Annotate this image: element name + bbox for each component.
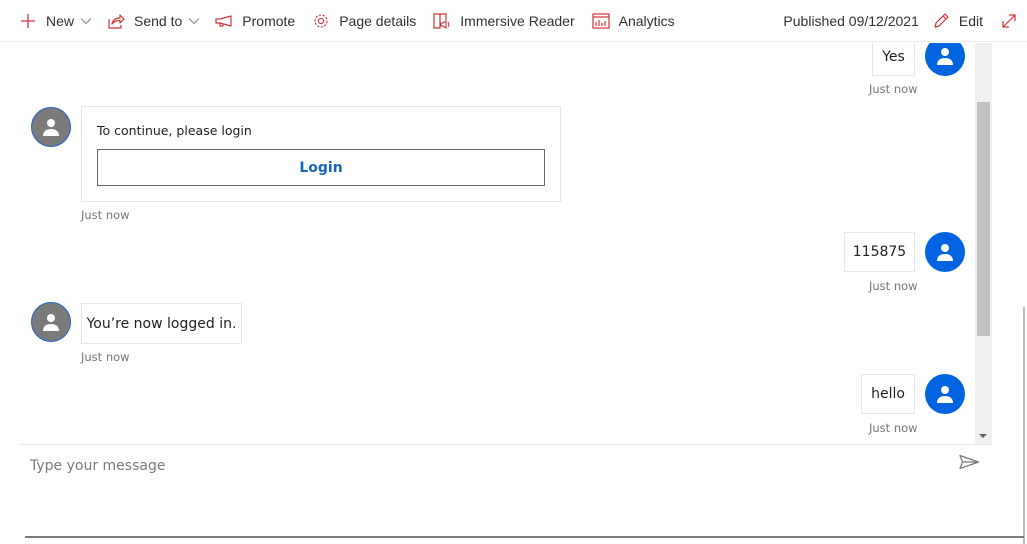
composer-divider xyxy=(20,444,992,445)
message-text: Yes xyxy=(882,48,905,65)
user-message: Yes xyxy=(872,43,915,76)
person-icon xyxy=(937,244,953,261)
chat-scrollbar[interactable] xyxy=(975,43,992,444)
pencil-icon xyxy=(931,11,951,31)
analytics-icon xyxy=(591,11,611,31)
user-message: 115875 xyxy=(844,232,915,272)
edit-button[interactable]: Edit xyxy=(931,0,983,42)
message-text: hello xyxy=(871,386,905,402)
bot-avatar xyxy=(31,302,71,342)
gear-icon xyxy=(311,11,331,31)
user-message: hello xyxy=(861,374,915,414)
analytics-button[interactable]: Analytics xyxy=(591,0,675,42)
page-details-button[interactable]: Page details xyxy=(311,0,416,42)
immersive-reader-button[interactable]: Immersive Reader xyxy=(432,0,575,42)
new-button[interactable]: New xyxy=(18,0,92,42)
new-label: New xyxy=(46,13,75,29)
send-button[interactable] xyxy=(958,454,984,474)
person-icon xyxy=(937,48,953,65)
scrollbar-thumb[interactable] xyxy=(977,102,990,336)
page-details-label: Page details xyxy=(339,13,417,29)
person-icon xyxy=(937,386,953,403)
person-icon xyxy=(43,119,59,136)
chat-transcript: Yes Just now To continue, please login L… xyxy=(20,43,975,444)
user-avatar xyxy=(925,43,965,76)
message-input[interactable] xyxy=(30,454,930,478)
bot-message: You’re now logged in. xyxy=(81,303,242,344)
card-text: To continue, please login xyxy=(97,123,252,138)
login-card: To continue, please login Login xyxy=(81,106,561,202)
expand-button[interactable] xyxy=(1001,0,1017,42)
timestamp: Just now xyxy=(81,350,130,364)
person-icon xyxy=(43,314,59,331)
timestamp: Just now xyxy=(869,82,918,96)
timestamp: Just now xyxy=(869,421,918,435)
send-to-button[interactable]: Send to xyxy=(106,0,200,42)
bot-avatar xyxy=(31,107,71,147)
published-date: Published 09/12/2021 xyxy=(783,13,919,29)
edit-label: Edit xyxy=(958,13,983,29)
send-to-label: Send to xyxy=(134,13,183,29)
message-text: 115875 xyxy=(852,244,907,260)
login-button[interactable]: Login xyxy=(97,149,545,186)
megaphone-icon xyxy=(214,11,234,31)
analytics-label: Analytics xyxy=(618,13,675,29)
user-avatar xyxy=(925,374,965,414)
command-bar: New Send to Promote Page details Immersi… xyxy=(0,0,1027,42)
send-icon xyxy=(959,454,980,470)
chevron-down-icon xyxy=(80,15,92,27)
user-avatar xyxy=(925,232,965,272)
promote-button[interactable]: Promote xyxy=(214,0,295,42)
page-scrollbar-edge xyxy=(1023,307,1025,544)
promote-label: Promote xyxy=(242,13,296,29)
message-text: You’re now logged in. xyxy=(86,315,237,332)
chevron-down-icon xyxy=(188,15,200,27)
immersive-reader-icon xyxy=(432,11,452,31)
share-icon xyxy=(106,11,126,31)
timestamp: Just now xyxy=(81,208,130,222)
scroll-down-arrow-icon[interactable] xyxy=(979,434,987,438)
timestamp: Just now xyxy=(869,279,918,293)
immersive-reader-label: Immersive Reader xyxy=(460,13,575,29)
expand-icon xyxy=(1001,13,1017,29)
composer-underline xyxy=(25,536,1024,538)
plus-icon xyxy=(18,11,38,31)
